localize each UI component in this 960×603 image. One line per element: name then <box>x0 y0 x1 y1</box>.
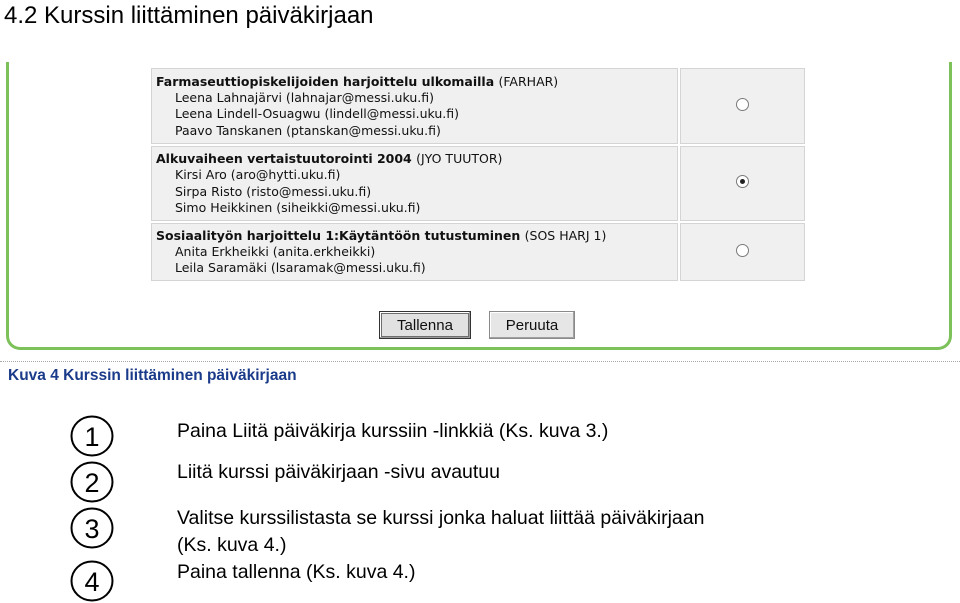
course-title: Farmaseuttiopiskelijoiden harjoittelu ul… <box>156 73 559 89</box>
course-info: Farmaseuttiopiskelijoiden harjoittelu ul… <box>151 68 678 144</box>
step-1-icon: 1 <box>70 415 114 457</box>
course-radio-cell <box>680 68 805 144</box>
svg-text:4: 4 <box>84 567 99 597</box>
course-row: Alkuvaiheen vertaistuutorointi 2004 (JYO… <box>151 146 805 221</box>
teacher-contact: Sirpa Risto (risto@messi.uku.fi) <box>175 183 372 199</box>
course-info: Sosiaalityön harjoittelu 1:Käytäntöön tu… <box>151 222 678 281</box>
teacher-contact: Leila Saramäki (lsaramak@messi.uku.fi) <box>175 260 426 275</box>
course-radio-cell <box>680 222 805 281</box>
figure-caption: Kuva 4 Kurssin liittäminen päiväkirjaan <box>8 367 297 384</box>
save-button[interactable]: Tallenna <box>379 311 471 339</box>
step-3-text-continued: (Ks. kuva 4.) <box>177 534 287 556</box>
cancel-button[interactable]: Peruuta <box>489 311 575 339</box>
course-list: Farmaseuttiopiskelijoiden harjoittelu ul… <box>149 66 807 283</box>
teacher-contact: Simo Heikkinen (siheikki@messi.uku.fi) <box>175 200 421 215</box>
course-row: Farmaseuttiopiskelijoiden harjoittelu ul… <box>151 68 805 144</box>
course-radio-jyo-tuutor[interactable] <box>736 175 749 189</box>
step-4-text: Paina tallenna (Ks. kuva 4.) <box>177 561 416 583</box>
course-title: Sosiaalityön harjoittelu 1:Käytäntöön tu… <box>156 227 607 243</box>
teacher-contact: Anita Erkheikki (anita.erkheikki) <box>175 243 376 259</box>
step-3-icon: 3 <box>70 507 114 549</box>
teacher-contact: Leena Lindell-Osuagwu (lindell@messi.uku… <box>175 106 460 122</box>
svg-text:3: 3 <box>84 514 99 544</box>
step-1-text: Paina Liitä päiväkirja kurssiin -linkkiä… <box>177 420 609 442</box>
teacher-contact: Leena Lahnajärvi (lahnajar@messi.uku.fi) <box>175 89 434 105</box>
course-title: Alkuvaiheen vertaistuutorointi 2004 (JYO… <box>156 151 503 166</box>
course-row: Sosiaalityön harjoittelu 1:Käytäntöön tu… <box>151 222 805 281</box>
divider <box>0 361 960 362</box>
course-selection-screenshot: Farmaseuttiopiskelijoiden harjoittelu ul… <box>6 62 952 350</box>
teacher-contact: Kirsi Aro (aro@hytti.uku.fi) <box>175 167 341 182</box>
svg-text:2: 2 <box>84 468 99 498</box>
step-2-icon: 2 <box>70 461 114 503</box>
course-info: Alkuvaiheen vertaistuutorointi 2004 (JYO… <box>151 146 678 221</box>
step-3-text: Valitse kurssilistasta se kurssi jonka h… <box>177 507 705 529</box>
course-code: (SOS HARJ 1) <box>524 227 607 243</box>
course-radio-sos-harj[interactable] <box>736 243 749 257</box>
svg-text:1: 1 <box>84 422 99 452</box>
section-heading: 4.2 Kurssin liittäminen päiväkirjaan <box>4 2 374 29</box>
step-4-icon: 4 <box>70 560 114 602</box>
step-2-text: Liitä kurssi päiväkirjaan -sivu avautuu <box>177 461 500 483</box>
teacher-contact: Paavo Tanskanen (ptanskan@messi.uku.fi) <box>175 122 441 138</box>
course-code: (FARHAR) <box>498 73 559 89</box>
course-radio-farhar[interactable] <box>736 98 749 111</box>
course-radio-cell <box>680 146 805 221</box>
course-code: (JYO TUUTOR) <box>416 151 503 166</box>
